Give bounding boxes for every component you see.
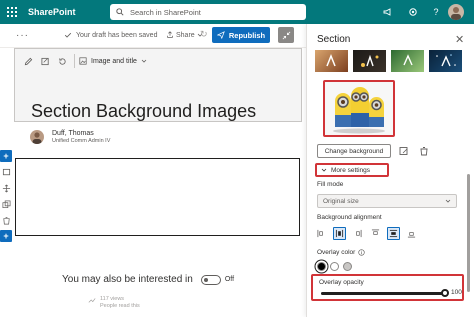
author-byline: Duff, Thomas Unified Comm Admin IV [30, 130, 110, 144]
swatch-gray[interactable] [343, 262, 352, 271]
share-label: Share [176, 31, 195, 39]
news-card[interactable]: 117 views People read this [88, 296, 198, 317]
background-thumbnail-3[interactable] [391, 50, 424, 72]
chevron-down-icon [321, 168, 327, 172]
layout-icon [79, 57, 87, 65]
background-thumbnail-4[interactable] [429, 50, 462, 72]
edit-section-icon[interactable] [0, 166, 12, 178]
fill-mode-value: Original size [323, 197, 359, 205]
chevron-down-icon [445, 199, 451, 203]
info-icon[interactable] [358, 249, 365, 256]
layout-dropdown[interactable]: Image and title [74, 54, 151, 68]
search-input[interactable] [130, 7, 290, 17]
news-views: 117 views [100, 296, 125, 302]
align-top-icon[interactable] [369, 227, 382, 240]
page-canvas: Image and title Section Background Image… [14, 48, 302, 317]
checkmark-icon [64, 32, 72, 38]
fill-mode-dropdown[interactable]: Original size [317, 194, 457, 208]
interested-toggle-state: Off [224, 276, 235, 283]
fill-mode-label: Fill mode [317, 181, 344, 188]
interested-heading: You may also be interested in [62, 274, 193, 285]
suite-bar: SharePoint ? [0, 0, 474, 24]
duplicate-section-icon[interactable] [0, 198, 12, 210]
overlay-opacity-control: Overlay opacity 100 [311, 274, 464, 301]
help-icon[interactable]: ? [428, 4, 444, 20]
overlay-color-swatches [317, 262, 352, 271]
overlay-opacity-fill [321, 292, 445, 295]
background-thumbnail-2[interactable] [353, 50, 386, 72]
panel-scrollbar[interactable] [467, 174, 470, 292]
more-settings-toggle[interactable]: More settings [315, 163, 389, 177]
republish-label: Republish [228, 30, 266, 40]
background-alignment-label: Background alignment [317, 214, 382, 221]
interested-toggle[interactable] [200, 274, 221, 285]
author-name[interactable]: Duff, Thomas [52, 130, 110, 137]
close-icon[interactable]: ✕ [455, 33, 464, 46]
republish-button[interactable]: Republish [212, 27, 270, 43]
republish-icon [216, 31, 225, 39]
share-icon [167, 31, 173, 38]
panel-title: Section [317, 34, 351, 45]
delete-icon[interactable] [417, 144, 431, 158]
settings-gear-icon[interactable] [405, 4, 421, 20]
share-button[interactable]: Share [166, 31, 203, 39]
app-name[interactable]: SharePoint [28, 7, 76, 17]
edit-pencil-icon[interactable] [21, 54, 35, 68]
background-thumbnail-1[interactable] [315, 50, 348, 72]
layout-label: Image and title [91, 57, 137, 65]
author-job-title: Unified Comm Admin IV [52, 138, 111, 144]
edit-properties-icon[interactable] [38, 54, 52, 68]
align-bottom-icon[interactable] [405, 227, 418, 240]
overlay-opacity-label: Overlay opacity [319, 279, 364, 286]
title-area-toolbar: Image and title [21, 53, 151, 69]
search-box[interactable] [110, 4, 306, 20]
draft-status: Your draft has been saved [64, 31, 157, 39]
align-middle-icon[interactable] [387, 227, 400, 240]
edit-image-icon[interactable] [397, 144, 411, 158]
overlay-opacity-value: 100 [451, 289, 462, 296]
page-title[interactable]: Section Background Images [31, 101, 256, 122]
trending-icon [88, 298, 96, 303]
overlay-opacity-slider[interactable] [321, 289, 449, 297]
align-center-icon[interactable] [333, 227, 346, 240]
swatch-white[interactable] [330, 262, 339, 271]
news-subtitle: People read this [100, 303, 140, 309]
chevron-down-icon [141, 59, 147, 63]
swatch-black[interactable] [317, 262, 326, 271]
align-right-icon[interactable] [351, 227, 364, 240]
add-section-below-button[interactable]: + [0, 230, 12, 242]
user-avatar[interactable] [448, 4, 464, 20]
collapse-panel-button[interactable] [278, 27, 294, 43]
app-launcher-icon[interactable] [0, 0, 24, 24]
section-properties-panel: Section ✕ Change background More setting… [306, 24, 474, 317]
interested-row: You may also be interested in Off [62, 274, 234, 285]
overlay-color-label: Overlay color [317, 249, 365, 256]
move-section-icon[interactable] [0, 182, 12, 194]
background-alignment-options [315, 227, 418, 240]
author-avatar[interactable] [30, 130, 44, 144]
title-area[interactable]: Image and title Section Background Image… [14, 48, 302, 122]
section-left-toolbar: + + [0, 150, 14, 246]
redo-icon[interactable]: ↻ [200, 29, 208, 40]
reset-icon[interactable] [55, 54, 69, 68]
search-icon [116, 8, 124, 16]
selected-section[interactable] [15, 158, 300, 236]
overlay-color-text: Overlay color [317, 249, 356, 256]
megaphone-icon[interactable] [380, 4, 396, 20]
more-options-icon[interactable]: ··· [16, 30, 29, 41]
overlay-opacity-thumb[interactable] [441, 289, 449, 297]
draft-status-text: Your draft has been saved [76, 31, 158, 39]
add-section-button[interactable]: + [0, 150, 12, 162]
selected-background-image[interactable] [323, 80, 395, 137]
minions-illustration [333, 86, 385, 133]
change-background-button[interactable]: Change background [317, 144, 391, 158]
delete-section-icon[interactable] [0, 214, 12, 226]
align-left-icon[interactable] [315, 227, 328, 240]
collapse-arrows-icon [282, 31, 290, 39]
more-settings-label: More settings [331, 166, 371, 174]
